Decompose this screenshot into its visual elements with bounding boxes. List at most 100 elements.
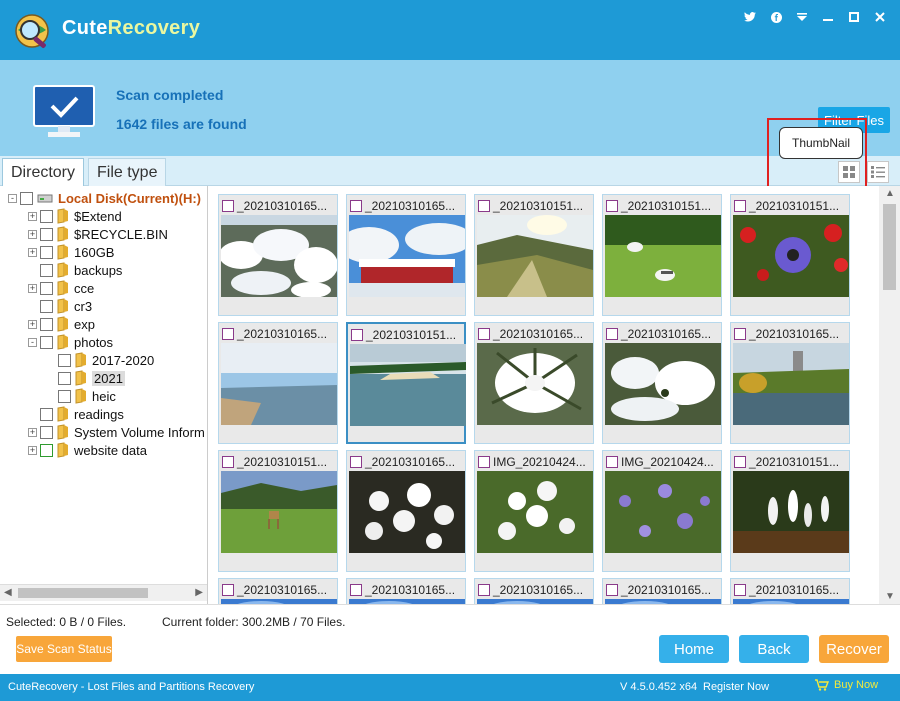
thumbnail-card[interactable]: _20210310165... bbox=[218, 322, 338, 444]
register-now-link[interactable]: Register Now bbox=[703, 681, 769, 693]
thumbnail-checkbox[interactable] bbox=[478, 456, 490, 468]
tree-node[interactable]: readings bbox=[28, 405, 124, 423]
tree-scroll-thumb[interactable] bbox=[18, 588, 148, 598]
tree-checkbox[interactable] bbox=[40, 407, 53, 421]
thumbnail-card[interactable]: _20210310165... bbox=[602, 322, 722, 444]
thumbnail-checkbox[interactable] bbox=[350, 200, 362, 212]
thumbnail-card[interactable]: _20210310165... bbox=[602, 578, 722, 604]
thumbnail-card[interactable]: _20210310151... bbox=[602, 194, 722, 316]
tree-checkbox[interactable] bbox=[58, 389, 71, 403]
save-scan-status-button[interactable]: Save Scan Status bbox=[16, 636, 112, 662]
thumbnail-card[interactable]: IMG_20210424... bbox=[474, 450, 594, 572]
tree-checkbox[interactable] bbox=[40, 281, 53, 295]
scroll-down-icon[interactable]: ▼ bbox=[885, 591, 895, 602]
list-view-button[interactable] bbox=[867, 161, 889, 183]
thumbnail-card[interactable]: IMG_20210424... bbox=[602, 450, 722, 572]
grid-scroll-thumb[interactable] bbox=[883, 204, 896, 290]
tree-horizontal-scrollbar[interactable]: ◀ ▶ bbox=[0, 584, 207, 601]
tree-checkbox[interactable] bbox=[58, 353, 71, 367]
home-button[interactable]: Home bbox=[659, 635, 729, 663]
twitter-icon[interactable] bbox=[740, 8, 760, 26]
thumbnail-card[interactable]: _20210310151... bbox=[730, 194, 850, 316]
tree-checkbox[interactable] bbox=[40, 335, 53, 349]
thumbnail-checkbox[interactable] bbox=[734, 456, 746, 468]
tree-expander-icon[interactable]: + bbox=[28, 247, 37, 257]
tree-expander-icon[interactable]: + bbox=[28, 445, 37, 455]
tree-checkbox[interactable] bbox=[40, 209, 53, 223]
tree-node[interactable]: + exp bbox=[28, 315, 95, 333]
tree-checkbox[interactable] bbox=[40, 317, 53, 331]
thumbnail-card[interactable]: _20210310165... bbox=[730, 578, 850, 604]
thumbnail-checkbox[interactable] bbox=[350, 456, 362, 468]
tree-node[interactable]: 2017-2020 bbox=[46, 351, 154, 369]
thumbnail-checkbox[interactable] bbox=[478, 200, 490, 212]
thumbnail-checkbox[interactable] bbox=[222, 584, 234, 596]
tree-checkbox[interactable] bbox=[40, 443, 53, 457]
thumbnail-checkbox[interactable] bbox=[478, 584, 490, 596]
buy-now-link[interactable]: Buy Now bbox=[815, 679, 878, 691]
thumbnail-checkbox[interactable] bbox=[606, 456, 618, 468]
thumbnail-card[interactable]: _20210310151... bbox=[730, 450, 850, 572]
menu-icon[interactable] bbox=[792, 8, 812, 26]
tab-directory[interactable]: Directory bbox=[2, 158, 85, 186]
thumbnail-checkbox[interactable] bbox=[734, 584, 746, 596]
thumbnail-card[interactable]: _20210310165... bbox=[474, 578, 594, 604]
thumbnail-card[interactable]: _20210310151... bbox=[218, 450, 338, 572]
tree-checkbox[interactable] bbox=[40, 425, 53, 439]
tree-node[interactable]: + cce bbox=[28, 279, 94, 297]
tree-checkbox[interactable] bbox=[40, 227, 53, 241]
thumbnail-card[interactable]: _20210310165... bbox=[218, 578, 338, 604]
thumbnail-checkbox[interactable] bbox=[606, 328, 618, 340]
scroll-left-icon[interactable]: ◀ bbox=[4, 587, 12, 598]
thumbnail-checkbox[interactable] bbox=[606, 584, 618, 596]
tree-node[interactable]: + website data bbox=[28, 441, 147, 459]
thumbnail-card[interactable]: _20210310151... bbox=[346, 322, 466, 444]
thumbnail-checkbox[interactable] bbox=[222, 328, 234, 340]
tree-node[interactable]: + $Extend bbox=[28, 207, 122, 225]
scroll-up-icon[interactable]: ▲ bbox=[885, 188, 895, 199]
thumbnail-checkbox[interactable] bbox=[351, 329, 363, 341]
tree-node[interactable]: +160GB bbox=[28, 243, 114, 261]
tree-node[interactable]: 2021 bbox=[46, 369, 125, 387]
tree-checkbox[interactable] bbox=[40, 245, 53, 259]
tree-expander-icon[interactable]: - bbox=[28, 337, 37, 347]
grid-vertical-scrollbar[interactable]: ▲ ▼ bbox=[879, 186, 900, 604]
thumbnail-checkbox[interactable] bbox=[606, 200, 618, 212]
thumbnail-card[interactable]: _20210310165... bbox=[346, 194, 466, 316]
minimize-icon[interactable] bbox=[818, 8, 838, 26]
tree-node[interactable]: + System Volume Inform bbox=[28, 423, 205, 441]
tree-node[interactable]: - photos bbox=[28, 333, 113, 351]
thumbnail-checkbox[interactable] bbox=[478, 328, 490, 340]
tree-expander-icon[interactable]: + bbox=[28, 229, 37, 239]
tree-node[interactable]: + $RECYCLE.BIN bbox=[28, 225, 168, 243]
tree-checkbox[interactable] bbox=[20, 191, 33, 205]
thumbnail-card[interactable]: _20210310165... bbox=[474, 322, 594, 444]
tree-node[interactable]: backups bbox=[28, 261, 122, 279]
tree-checkbox[interactable] bbox=[40, 299, 53, 313]
thumbnail-checkbox[interactable] bbox=[734, 200, 746, 212]
tree-expander-icon[interactable]: + bbox=[28, 283, 37, 293]
tree-expander-icon[interactable]: + bbox=[28, 211, 37, 221]
back-button[interactable]: Back bbox=[739, 635, 809, 663]
tree-checkbox[interactable] bbox=[40, 263, 53, 277]
thumbnail-checkbox[interactable] bbox=[222, 200, 234, 212]
tree-node[interactable]: cr3 bbox=[28, 297, 92, 315]
tree-node[interactable]: heic bbox=[46, 387, 116, 405]
thumbnail-card[interactable]: _20210310165... bbox=[218, 194, 338, 316]
recover-button[interactable]: Recover bbox=[819, 635, 889, 663]
thumbnail-card[interactable]: _20210310165... bbox=[730, 322, 850, 444]
tab-file-type[interactable]: File type bbox=[88, 158, 167, 186]
tree-node[interactable]: - Local Disk(Current)(H:) bbox=[8, 189, 201, 207]
thumbnail-checkbox[interactable] bbox=[222, 456, 234, 468]
tree-expander-icon[interactable]: + bbox=[28, 319, 37, 329]
tree-checkbox[interactable] bbox=[58, 371, 71, 385]
facebook-icon[interactable] bbox=[766, 8, 786, 26]
tree-expander-icon[interactable]: - bbox=[8, 193, 17, 203]
tree-expander-icon[interactable]: + bbox=[28, 427, 37, 437]
thumbnail-checkbox[interactable] bbox=[734, 328, 746, 340]
close-icon[interactable] bbox=[870, 8, 890, 26]
thumbnail-card[interactable]: _20210310151... bbox=[474, 194, 594, 316]
thumbnail-card[interactable]: _20210310165... bbox=[346, 578, 466, 604]
thumbnail-card[interactable]: _20210310165... bbox=[346, 450, 466, 572]
maximize-icon[interactable] bbox=[844, 8, 864, 26]
